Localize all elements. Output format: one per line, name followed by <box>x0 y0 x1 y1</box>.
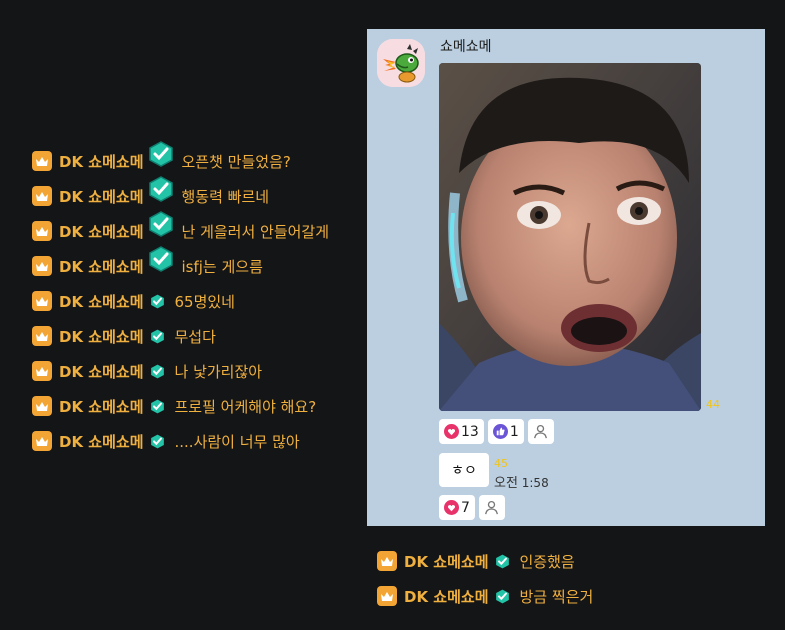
chat-username[interactable]: DK 쇼메쇼메 <box>59 221 144 242</box>
sender-name: 쇼메쇼메 <box>440 39 492 55</box>
crown-icon <box>32 256 52 276</box>
message-bubble[interactable]: ㅎㅇ <box>439 453 489 487</box>
chat-message: DK 쇼메쇼메 방금 찍은거 <box>377 585 593 607</box>
verified-badge-icon <box>495 589 509 603</box>
chat-message: DK 쇼메쇼메 프로필 어케해야 해요? <box>32 395 316 417</box>
verified-badge-icon <box>148 176 173 202</box>
chat-username[interactable]: DK 쇼메쇼메 <box>59 431 144 452</box>
chat-username[interactable]: DK 쇼메쇼메 <box>59 396 144 417</box>
chat-message-text: ....사람이 너무 많아 <box>174 432 300 451</box>
text-reactions: 7 <box>439 495 505 520</box>
selfie-photo[interactable] <box>439 63 701 411</box>
crown-icon <box>32 431 52 451</box>
chat-message-text: 나 낯가리잖아 <box>174 362 263 381</box>
dragon-avatar-icon <box>377 39 425 87</box>
heart-reaction[interactable]: 13 <box>439 419 484 444</box>
crown-icon <box>32 221 52 241</box>
chat-username[interactable]: DK 쇼메쇼메 <box>59 291 144 312</box>
chat-message-text: isfj는 게으름 <box>181 257 263 276</box>
chat-message: DK 쇼메쇼메 난 게을러서 안들어갈게 <box>32 211 330 242</box>
kakao-screenshot-panel: 쇼메쇼메 44 13 1 ㅎㅇ 45 오전 1:58 7 <box>367 29 765 526</box>
chat-message-text: 65명있네 <box>174 292 236 311</box>
message-time: 오전 1:58 <box>494 472 549 491</box>
add-reaction-button[interactable] <box>478 495 505 520</box>
unread-count: 44 <box>706 398 720 411</box>
crown-icon <box>377 586 397 606</box>
chat-message-text: 난 게을러서 안들어갈게 <box>181 222 330 241</box>
heart-reaction[interactable]: 7 <box>439 495 475 520</box>
chat-message-text: 인증했음 <box>519 552 575 571</box>
chat-message-text: 무섭다 <box>174 327 216 346</box>
crown-icon <box>32 291 52 311</box>
chat-username[interactable]: DK 쇼메쇼메 <box>59 256 144 277</box>
thumbs-up-reaction[interactable]: 1 <box>487 419 524 444</box>
crown-icon <box>32 151 52 171</box>
reaction-count: 13 <box>461 423 479 440</box>
verified-badge-icon <box>150 294 164 308</box>
chat-username[interactable]: DK 쇼메쇼메 <box>404 551 489 572</box>
chat-message-text: 프로필 어케해야 해요? <box>174 397 317 416</box>
chat-message: DK 쇼메쇼메 나 낯가리잖아 <box>32 360 262 382</box>
chat-message-text: 오픈챗 만들었음? <box>181 152 291 171</box>
chat-message-text: 방금 찍은거 <box>519 587 594 606</box>
verified-badge-icon <box>148 246 173 272</box>
crown-icon <box>32 326 52 346</box>
reaction-count: 7 <box>461 499 470 516</box>
reaction-count: 1 <box>509 423 519 440</box>
verified-badge-icon <box>148 141 173 167</box>
verified-badge-icon <box>150 399 164 413</box>
heart-icon <box>444 500 459 515</box>
chat-message-text: 행동력 빠르네 <box>181 187 270 206</box>
verified-badge-icon <box>150 329 164 343</box>
chat-username[interactable]: DK 쇼메쇼메 <box>59 326 144 347</box>
crown-icon <box>32 396 52 416</box>
verified-badge-icon <box>150 364 164 378</box>
chat-username[interactable]: DK 쇼메쇼메 <box>59 361 144 382</box>
chat-message: DK 쇼메쇼메 오픈챗 만들었음? <box>32 141 291 172</box>
chat-username[interactable]: DK 쇼메쇼메 <box>404 586 489 607</box>
chat-message: DK 쇼메쇼메 행동력 빠르네 <box>32 176 270 207</box>
chat-username[interactable]: DK 쇼메쇼메 <box>59 186 144 207</box>
person-icon <box>485 500 499 515</box>
add-reaction-button[interactable] <box>527 419 554 444</box>
chat-message: DK 쇼메쇼메 무섭다 <box>32 325 216 347</box>
crown-icon <box>377 551 397 571</box>
selfie-image <box>439 63 701 411</box>
crown-icon <box>32 186 52 206</box>
chat-message: DK 쇼메쇼메 isfj는 게으름 <box>32 246 263 277</box>
verified-badge-icon <box>150 434 164 448</box>
person-icon <box>534 424 548 439</box>
avatar[interactable] <box>377 39 425 87</box>
chat-message: DK 쇼메쇼메 인증했음 <box>377 550 575 572</box>
time-ampm: 오전 <box>494 476 518 491</box>
photo-reactions: 13 1 <box>439 419 554 444</box>
chat-message: DK 쇼메쇼메 65명있네 <box>32 290 235 312</box>
verified-badge-icon <box>495 554 509 568</box>
unread-count: 45 <box>494 457 508 470</box>
thumbs-up-icon <box>492 424 508 439</box>
verified-badge-icon <box>148 211 173 237</box>
chat-message: DK 쇼메쇼메 ....사람이 너무 많아 <box>32 430 300 452</box>
chat-username[interactable]: DK 쇼메쇼메 <box>59 151 144 172</box>
heart-icon <box>444 424 459 439</box>
time-value: 1:58 <box>521 476 549 490</box>
crown-icon <box>32 361 52 381</box>
